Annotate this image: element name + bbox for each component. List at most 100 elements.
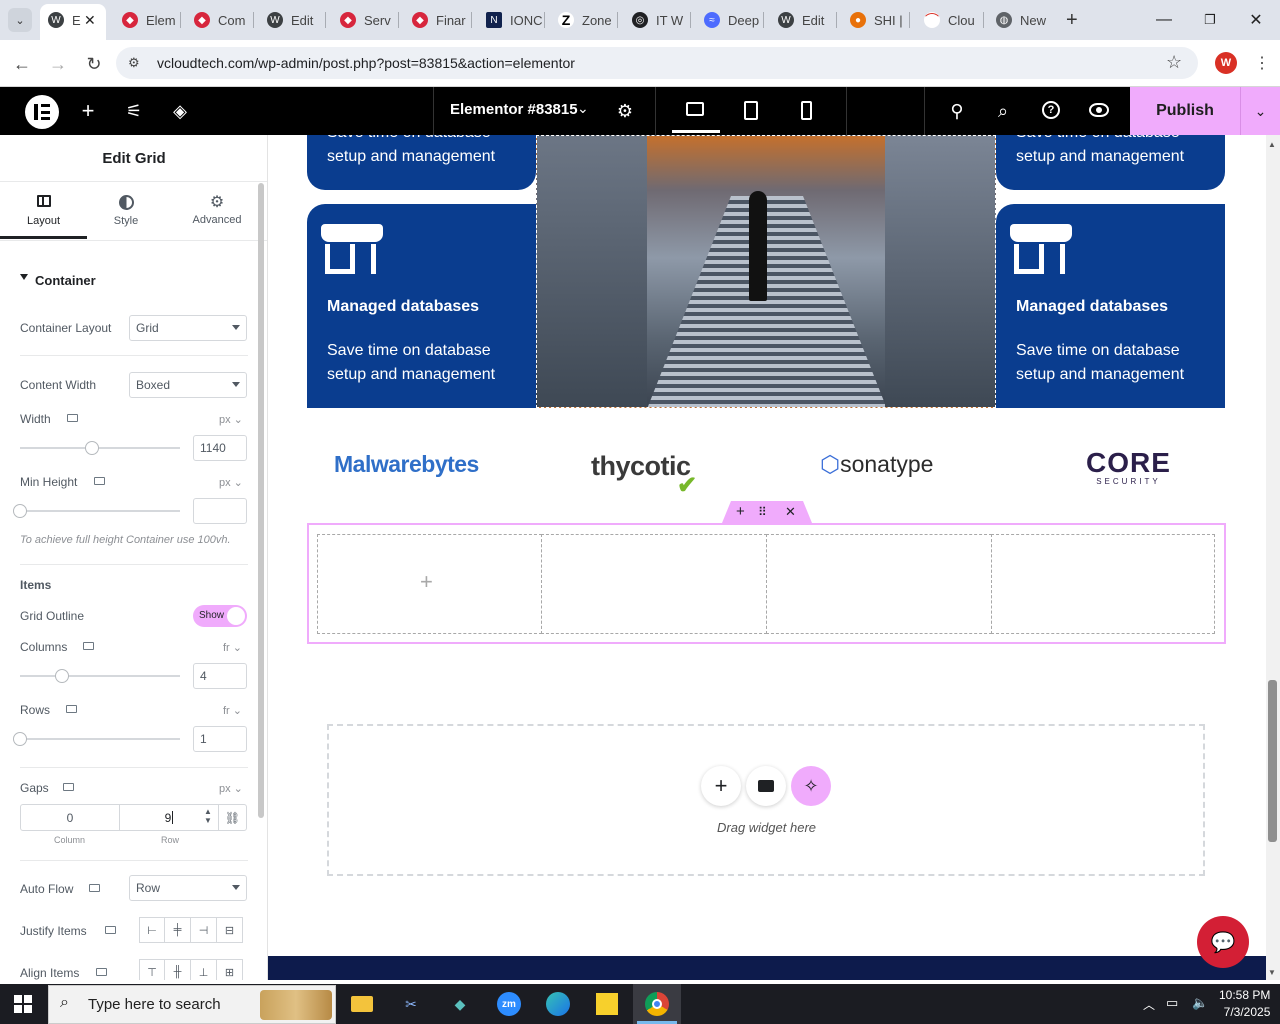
delete-container-icon[interactable]: ✕ bbox=[785, 504, 796, 520]
grid-cell[interactable] bbox=[541, 534, 767, 634]
ai-sparkle-button[interactable]: ✧ bbox=[791, 766, 831, 806]
taskbar-search-placeholder[interactable]: Type here to search bbox=[88, 996, 221, 1013]
elementor-logo-icon[interactable] bbox=[25, 95, 59, 129]
thycotic-logo[interactable]: thycotic ✔ bbox=[591, 451, 697, 499]
desktop-device-icon[interactable] bbox=[89, 884, 100, 892]
core-security-logo[interactable]: CORE SECURITY bbox=[1086, 447, 1171, 486]
sonatype-logo[interactable]: ⬡sonatype bbox=[820, 451, 933, 478]
new-tab-plus-icon[interactable]: + bbox=[1066, 9, 1078, 32]
width-input[interactable]: 1140 bbox=[193, 435, 247, 461]
site-info-icon[interactable]: ⚙ bbox=[128, 55, 140, 71]
align-stretch-icon[interactable]: ⊞ bbox=[217, 959, 243, 980]
minimize-icon[interactable]: — bbox=[1141, 0, 1187, 40]
gap-column-input[interactable]: 0 bbox=[20, 804, 120, 831]
tab-finar[interactable]: ◆ Finar bbox=[412, 6, 472, 34]
url-text[interactable]: vcloudtech.com/wp-admin/post.php?post=83… bbox=[157, 55, 575, 71]
justify-center-icon[interactable]: ╪ bbox=[165, 917, 191, 943]
notifications-bell-icon[interactable]: ⚲ bbox=[944, 87, 970, 135]
tab-style[interactable]: Style bbox=[87, 183, 165, 239]
add-section-button[interactable]: + bbox=[701, 766, 741, 806]
rows-unit[interactable]: fr ⌄ bbox=[223, 704, 242, 717]
publish-options-chevron-icon[interactable]: ⌄ bbox=[1240, 87, 1280, 135]
help-icon[interactable]: ? bbox=[1042, 101, 1060, 119]
close-window-icon[interactable]: ✕ bbox=[1233, 0, 1279, 40]
chat-bubble-icon[interactable]: 💬 bbox=[1197, 916, 1249, 968]
align-start-icon[interactable]: ⊤ bbox=[139, 959, 165, 980]
snipping-tool-icon[interactable]: ✂ bbox=[395, 988, 427, 1020]
clock[interactable]: 10:58 PM 7/3/2025 bbox=[1219, 988, 1270, 1019]
align-end-icon[interactable]: ⊥ bbox=[191, 959, 217, 980]
min-height-slider-track[interactable] bbox=[20, 510, 180, 512]
align-center-icon[interactable]: ╫ bbox=[165, 959, 191, 980]
desktop-view-icon[interactable] bbox=[686, 102, 704, 116]
grid-cell[interactable] bbox=[991, 534, 1215, 634]
add-element-icon[interactable]: + bbox=[76, 87, 100, 135]
sticky-notes-icon[interactable] bbox=[591, 988, 623, 1020]
scroll-up-icon[interactable]: ▲ bbox=[1268, 140, 1276, 149]
app-diamond-icon[interactable]: ◆ bbox=[444, 988, 476, 1020]
feature-card-partial-right[interactable]: Save time on database setup and manageme… bbox=[996, 135, 1225, 190]
tab-edit[interactable]: W Edit bbox=[267, 6, 327, 34]
tab-serv[interactable]: ◆ Serv bbox=[340, 6, 400, 34]
hero-image-stairs[interactable] bbox=[536, 135, 996, 408]
width-slider-track[interactable] bbox=[20, 447, 180, 449]
add-container-icon[interactable]: + bbox=[736, 503, 745, 520]
rows-input[interactable]: 1 bbox=[193, 726, 247, 752]
tab-clou[interactable]: ⌒ Clou bbox=[924, 6, 984, 34]
desktop-device-icon[interactable] bbox=[96, 968, 107, 976]
chevron-down-icon[interactable]: ⌄ bbox=[577, 100, 589, 117]
publish-button[interactable]: Publish bbox=[1130, 87, 1240, 135]
structure-layers-icon[interactable]: ◈ bbox=[168, 87, 192, 135]
restore-icon[interactable]: ❐ bbox=[1187, 0, 1233, 40]
desktop-device-icon[interactable] bbox=[105, 926, 116, 934]
tab-layout[interactable]: Layout bbox=[0, 183, 87, 239]
network-icon[interactable]: ▭ bbox=[1166, 995, 1178, 1011]
justify-start-icon[interactable]: ⊢ bbox=[139, 917, 165, 943]
windows-start-icon[interactable] bbox=[14, 995, 32, 1013]
feature-card-partial-left[interactable]: Save time on database setup and manageme… bbox=[307, 135, 536, 190]
columns-input[interactable]: 4 bbox=[193, 663, 247, 689]
rows-slider-track[interactable] bbox=[20, 738, 180, 740]
zoom-app-icon[interactable]: zm bbox=[493, 988, 525, 1020]
content-width-select[interactable]: Boxed bbox=[129, 372, 247, 398]
tab-deep[interactable]: ≈ Deep bbox=[704, 6, 764, 34]
back-icon[interactable]: ← bbox=[10, 52, 34, 76]
justify-end-icon[interactable]: ⊣ bbox=[191, 917, 217, 943]
section-title[interactable]: Container bbox=[35, 273, 96, 288]
add-widget-plus-icon[interactable]: + bbox=[420, 569, 433, 595]
volume-icon[interactable]: 🔈 bbox=[1192, 995, 1208, 1011]
forward-icon[interactable]: → bbox=[46, 52, 70, 76]
feature-card-left[interactable]: Managed databases Save time on database … bbox=[307, 204, 536, 408]
desktop-device-icon[interactable] bbox=[83, 642, 94, 650]
desktop-device-icon[interactable] bbox=[94, 477, 105, 485]
rows-slider-thumb[interactable] bbox=[13, 732, 27, 746]
grid-cell[interactable] bbox=[766, 534, 992, 634]
profile-avatar[interactable]: W bbox=[1215, 52, 1237, 74]
reload-icon[interactable]: ↻ bbox=[82, 52, 106, 76]
min-height-input[interactable] bbox=[193, 498, 247, 524]
auto-flow-select[interactable]: Row bbox=[129, 875, 247, 901]
tab-zone[interactable]: Z Zone bbox=[558, 6, 618, 34]
feature-card-right[interactable]: Managed databases Save time on database … bbox=[996, 204, 1225, 408]
tab-new[interactable]: ◍ New bbox=[996, 6, 1050, 34]
columns-slider-track[interactable] bbox=[20, 675, 180, 677]
panel-scrollbar[interactable] bbox=[258, 183, 264, 818]
tab-search-chevron-icon[interactable]: ⌄ bbox=[8, 8, 32, 32]
tab-shi[interactable]: ● SHI | bbox=[850, 6, 910, 34]
drag-handle-icon[interactable]: ⠿ bbox=[758, 505, 767, 519]
site-settings-sliders-icon[interactable]: ⚟ bbox=[122, 87, 146, 135]
page-settings-gear-icon[interactable]: ⚙ bbox=[612, 87, 638, 135]
scroll-down-icon[interactable]: ▼ bbox=[1268, 968, 1276, 977]
tab-edit-2[interactable]: W Edit bbox=[778, 6, 838, 34]
template-library-button[interactable] bbox=[746, 766, 786, 806]
file-explorer-icon[interactable] bbox=[346, 988, 378, 1020]
width-unit[interactable]: px ⌄ bbox=[219, 413, 243, 426]
desktop-device-icon[interactable] bbox=[63, 783, 74, 791]
columns-slider-thumb[interactable] bbox=[54, 669, 69, 683]
container-layout-select[interactable]: Grid bbox=[129, 315, 247, 341]
min-height-slider-thumb[interactable] bbox=[13, 504, 27, 518]
link-gaps-icon[interactable]: ⛓ bbox=[218, 804, 247, 831]
chrome-icon[interactable] bbox=[641, 988, 673, 1020]
tab-com[interactable]: ◆ Com bbox=[194, 6, 254, 34]
min-height-unit[interactable]: px ⌄ bbox=[219, 476, 243, 489]
